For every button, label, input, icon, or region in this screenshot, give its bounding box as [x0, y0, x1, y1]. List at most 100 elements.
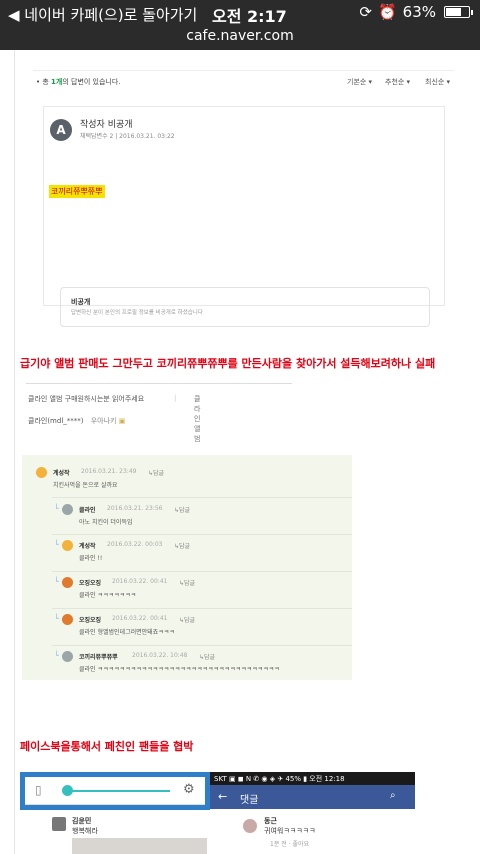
divider — [52, 645, 352, 646]
emoji-avatar-icon — [36, 467, 47, 478]
separator: | — [174, 394, 177, 402]
post-author[interactable]: 클라인(mdl_****) — [28, 417, 84, 425]
comment-item: 계성작 2016.03.21. 23:49 ↳답글 치킨사먹을 돈으로 살까요 — [36, 467, 336, 493]
private-desc: 답변하신 분이 본인의 프로필 정보를 비공개로 하셨습니다 — [71, 310, 203, 316]
comment-item: 클라인 2016.03.21. 23:56 ↳답글 아노 치킨이 더이득임 — [62, 504, 342, 530]
character-avatar-icon — [62, 614, 73, 625]
left-phone-screen: ▯ ⚙ 김윤민 행복해라 — [20, 772, 210, 854]
post-category[interactable]: 클라인앨범 — [194, 394, 200, 444]
fb-title: 댓글 — [240, 795, 259, 806]
reply-button[interactable]: ↳답글 — [199, 652, 215, 661]
battery-fill — [446, 8, 462, 16]
back-arrow-icon[interactable]: ← — [218, 790, 227, 803]
sort-recommend[interactable]: 추천순 ▾ — [385, 77, 410, 87]
reply-button[interactable]: ↳답글 — [179, 615, 195, 624]
headline-1: 급기야 앨범 판매도 그만두고 코끼리쮸뿌쮸뿌를 만든사람을 찾아가서 설득해보… — [20, 357, 436, 370]
comment-body: 치킨사먹을 돈으로 살까요 — [53, 482, 118, 489]
url-bar[interactable]: cafe.naver.com — [0, 28, 480, 44]
private-profile-box: 비공개 답변하신 분이 본인의 프로필 정보를 비공개로 하셨습니다 — [60, 287, 430, 327]
alarm-icon: ⏰ — [377, 3, 397, 21]
android-status-text: SKT ▣ ◼ N ✆ ◉ ◈ ✈ 45% ▮ 오전 12:18 — [214, 775, 345, 783]
rotation-lock-icon: ⟳ — [359, 3, 372, 21]
answer-box: A 작성자 비공개 채택답변수 2 | 2016.03.21. 03:22 코끼… — [43, 106, 445, 327]
comment-author[interactable]: 계성작 — [79, 541, 96, 550]
clock: 오전 2:17 — [212, 7, 287, 26]
divider — [52, 497, 352, 498]
android-status-bar: SKT ▣ ◼ N ✆ ◉ ◈ ✈ 45% ▮ 오전 12:18 — [210, 772, 415, 785]
comment-author[interactable]: 계성작 — [53, 468, 70, 477]
comment-author[interactable]: 오징오징 — [79, 615, 101, 624]
answer-card: • 총 1개의 답변이 있습니다. 기본순 ▾ 추천순 ▾ 최신순 ▾ A 작성… — [33, 70, 454, 327]
reply-button[interactable]: ↳답글 — [174, 505, 190, 514]
comment-body: 아노 치킨이 더이득임 — [79, 519, 133, 526]
divider — [52, 571, 352, 572]
status-right: ⟳ ⏰ 63% — [359, 3, 473, 21]
level-icon: ▣ — [118, 417, 126, 425]
post-author-extra: 우아나키 — [90, 417, 117, 425]
comment-date: 2016.03.21. 23:49 — [81, 468, 137, 475]
brightness-slider-track[interactable] — [70, 790, 170, 792]
comment-author[interactable]: 클라인 — [79, 505, 96, 514]
reply-arrow-icon: └ — [54, 540, 59, 549]
commenter-text: 귀여워ㅋㅋㅋㅋㅋ — [264, 827, 316, 835]
emoji-avatar-icon — [62, 540, 73, 551]
comment-item: 오징오징 2016.03.22. 00:41 ↳답글 클라인 ㅋㅋㅋㅋㅋㅋㅋ — [62, 577, 342, 603]
page-content: • 총 1개의 답변이 있습니다. 기본순 ▾ 추천순 ▾ 최신순 ▾ A 작성… — [0, 50, 480, 854]
commenter-name: 김윤민 — [72, 817, 92, 825]
comment-date: 2016.03.22. 00:41 — [112, 578, 168, 585]
private-title: 비공개 — [71, 298, 91, 306]
right-phone-screen: SKT ▣ ◼ N ✆ ◉ ◈ ✈ 45% ▮ 오전 12:18 ← 댓글 ⌕ … — [210, 772, 415, 854]
brightness-slider-handle[interactable] — [62, 785, 73, 796]
sort-default[interactable]: 기본순 ▾ — [347, 77, 372, 87]
post-title[interactable]: 클라인 앨범 구매원하시는분 읽어주세요 — [28, 395, 144, 403]
reply-button[interactable]: ↳답글 — [148, 468, 164, 477]
divider — [52, 608, 352, 609]
left-border — [14, 50, 15, 854]
comment-author[interactable]: 오징오징 — [79, 578, 101, 587]
embedded-screenshot: ▯ ⚙ 김윤민 행복해라 SKT ▣ ◼ N ✆ ◉ ◈ ✈ 45% ▮ 오전 … — [20, 772, 415, 854]
phone-rotate-icon: ▯ — [35, 783, 42, 797]
brightness-panel: ▯ ⚙ — [25, 777, 205, 805]
divider — [52, 534, 352, 535]
comment-body: 클라인 형앨범인데그러면안돼죠ㅋㅋㅋ — [79, 629, 175, 636]
reply-arrow-icon: └ — [54, 614, 59, 623]
divider — [26, 383, 292, 384]
comment-date: 2016.03.22. 00:41 — [112, 615, 168, 622]
sort-latest[interactable]: 최신순 ▾ — [425, 77, 450, 87]
comment-date: 2016.03.22. 10:48 — [132, 652, 188, 659]
reply-button[interactable]: ↳답글 — [174, 541, 190, 550]
post-author-row: 클라인(mdl_****) 우아나키 ▣ — [28, 416, 125, 426]
cat-avatar-icon — [62, 504, 73, 515]
comment-date: 2016.03.21. 23:56 — [107, 505, 163, 512]
commenter-text: 행복해라 — [72, 827, 98, 835]
highlighted-answer: 코끼리쮸뿌쮸뿌 — [49, 185, 105, 198]
reply-arrow-icon: └ — [54, 651, 59, 660]
answer-count: • 총 1개의 답변이 있습니다. — [36, 78, 121, 86]
reply-arrow-icon: └ — [54, 577, 59, 586]
comment-body: 클라인 ㅋㅋㅋㅋㅋㅋㅋㅋㅋㅋㅋㅋㅋㅋㅋㅋㅋㅋㅋㅋㅋㅋㅋㅋㅋㅋㅋㅋㅋㅋㅋㅋㅋ — [79, 666, 280, 673]
answer-author: 작성자 비공개 — [80, 120, 133, 130]
settings-gear-icon[interactable]: ⚙ — [183, 782, 195, 797]
status-bar: ◀ 네이버 카페(으)로 돌아가기 오전 2:17 ⟳ ⏰ 63% cafe.n… — [0, 0, 480, 50]
character-avatar-icon — [62, 577, 73, 588]
facebook-comment-bar: ← 댓글 ⌕ — [210, 785, 415, 809]
comment-item: 코끼리쮸뿌쮸뿌 2016.03.22. 10:48 ↳답글 클라인 ㅋㅋㅋㅋㅋㅋ… — [62, 651, 352, 677]
answer-meta: 채택답변수 2 | 2016.03.21. 03:22 — [80, 133, 175, 140]
battery-icon — [444, 6, 473, 18]
battery-percent: 63% — [402, 3, 436, 21]
back-to-naver-cafe-link[interactable]: ◀ 네이버 카페(으)로 돌아가기 — [8, 4, 197, 25]
comment-body: 클라인 !! — [79, 555, 103, 562]
reply-button[interactable]: ↳답글 — [179, 578, 195, 587]
cat-avatar-icon — [62, 651, 73, 662]
answer-count-row: • 총 1개의 답변이 있습니다. 기본순 ▾ 추천순 ▾ 최신순 ▾ — [33, 71, 454, 93]
comment-body: 클라인 ㅋㅋㅋㅋㅋㅋㅋ — [79, 592, 137, 599]
comment-date: 2016.03.22. 00:03 — [107, 541, 163, 548]
profile-photo — [52, 817, 66, 831]
reply-arrow-icon: └ — [54, 504, 59, 513]
comment-author[interactable]: 코끼리쮸뿌쮸뿌 — [79, 652, 118, 661]
search-icon[interactable]: ⌕ — [390, 790, 396, 801]
comment-meta: 1분 전 · 좋아요 — [270, 841, 310, 848]
comment-item: 오징오징 2016.03.22. 00:41 ↳답글 클라인 형앨범인데그러면안… — [62, 614, 342, 640]
avatar: A — [50, 119, 72, 141]
commenter-name: 동근 — [264, 817, 277, 825]
